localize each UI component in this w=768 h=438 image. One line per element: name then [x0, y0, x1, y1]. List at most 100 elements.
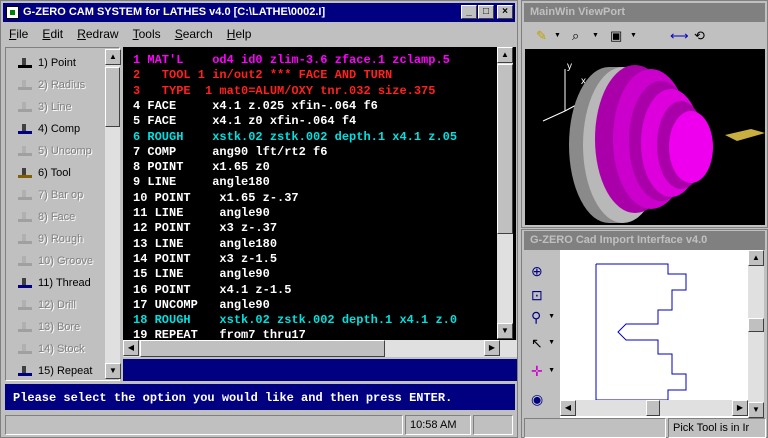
tool-button-3[interactable]: 3) Line	[12, 96, 116, 118]
code-line[interactable]: 5 FACE x4.1 z0 xfin-.064 f4	[133, 114, 356, 129]
status-time: 10:58 AM	[405, 415, 471, 435]
pencil-icon[interactable]: ✎	[536, 26, 547, 46]
main-title-bar[interactable]: G-ZERO CAM SYSTEM for LATHES v4.0 [C:\LA…	[3, 3, 515, 22]
input-bar[interactable]	[123, 359, 517, 381]
cad-horizontal-scrollbar[interactable]: ◀ ▶	[560, 400, 748, 416]
tool-button-12[interactable]: 12) Drill	[12, 294, 116, 316]
pan-arrows-icon[interactable]: ⟷	[670, 26, 689, 46]
code-line[interactable]: 9 LINE angle180	[133, 175, 270, 190]
app-icon[interactable]	[6, 6, 19, 19]
code-line[interactable]: 11 LINE angle90	[133, 206, 270, 221]
code-scroll-thumb[interactable]	[497, 64, 513, 234]
groove-icon	[16, 254, 34, 268]
menu-file[interactable]: File	[3, 24, 33, 41]
toolbox-scroll-up-button[interactable]: ▲	[105, 49, 121, 65]
tool-button-5[interactable]: 5) Uncomp	[12, 140, 116, 162]
program-listing[interactable]: 1 MAT'L od4 id0 zlim-3.6 zface.1 zclamp.…	[123, 47, 516, 357]
code-line[interactable]: 7 COMP ang90 lft/rt2 f6	[133, 145, 327, 160]
viewport-title: MainWin ViewPort	[530, 6, 626, 18]
menu-search[interactable]: Search	[169, 24, 218, 41]
cad-title-bar[interactable]: G-ZERO Cad Import Interface v4.0	[524, 231, 765, 250]
code-line[interactable]: 18 ROUGH xstk.02 zstk.002 depth.1 x4.1 z…	[133, 313, 457, 328]
code-horizontal-scrollbar[interactable]: ◀ ▶	[123, 340, 517, 357]
camera-dropdown-icon[interactable]: ▼	[630, 26, 637, 46]
line-icon	[16, 100, 34, 114]
menu-edit[interactable]: Edit	[36, 24, 68, 41]
viewport-window: MainWin ViewPort ✎ ▼ ⌕ ▼ ▣ ▼ ⟷ ⟲ y x	[521, 0, 768, 228]
tool-button-13[interactable]: 13) Bore	[12, 316, 116, 338]
code-line[interactable]: 1 MAT'L od4 id0 zlim-3.6 zface.1 zclamp.…	[133, 53, 450, 68]
tool-button-1[interactable]: 1) Point	[12, 52, 116, 74]
tool-button-9[interactable]: 9) Rough	[12, 228, 116, 250]
code-line[interactable]: 14 POINT x3 z-1.5	[133, 252, 277, 267]
tool-button-6[interactable]: 6) Tool	[12, 162, 116, 184]
tool-label: 13) Bore	[38, 321, 81, 333]
code-scroll-right-button[interactable]: ▶	[484, 340, 500, 356]
code-line[interactable]: 16 POINT x4.1 z-1.5	[133, 283, 291, 298]
cad-hscroll-thumb[interactable]	[646, 400, 660, 416]
binoculars-dropdown-icon[interactable]: ▼	[592, 26, 599, 46]
code-scroll-up-button[interactable]: ▲	[497, 47, 513, 63]
prompt-bar: Please select the option you would like …	[5, 384, 515, 410]
menu-help[interactable]: Help	[221, 24, 257, 41]
main-window-title: G-ZERO CAM SYSTEM for LATHES v4.0 [C:\LA…	[23, 6, 326, 18]
minimize-button[interactable]: _	[461, 5, 477, 19]
stock-icon	[16, 342, 34, 356]
maximize-button[interactable]: □	[478, 5, 494, 19]
cad-canvas[interactable]	[560, 250, 748, 418]
code-line[interactable]: 12 POINT x3 z-.37	[133, 221, 277, 236]
tool-button-2[interactable]: 2) Radius	[12, 74, 116, 96]
cad-vertical-scrollbar[interactable]: ▲ ▼	[748, 250, 764, 418]
zoom-window-icon[interactable]: ⊡	[526, 284, 556, 306]
bar-op-icon	[16, 188, 34, 202]
cutting-tool	[725, 129, 765, 141]
tool-button-10[interactable]: 10) Groove	[12, 250, 116, 272]
crosshair-icon[interactable]: ✛ ▼	[526, 360, 556, 382]
binoculars-icon[interactable]: ⌕	[572, 26, 579, 46]
pencil-dropdown-icon[interactable]: ▼	[554, 26, 561, 46]
code-line[interactable]: 8 POINT x1.65 z0	[133, 160, 270, 175]
tool-button-8[interactable]: 8) Face	[12, 206, 116, 228]
tool-label: 10) Groove	[38, 255, 94, 267]
cad-scroll-left-button[interactable]: ◀	[560, 400, 576, 416]
camera-icon[interactable]: ▣	[610, 26, 622, 46]
cad-vscroll-thumb[interactable]	[748, 318, 764, 332]
toolbox-scroll-down-button[interactable]: ▼	[105, 363, 121, 379]
zoom-icon[interactable]: ⊕	[526, 260, 556, 282]
tool-button-7[interactable]: 7) Bar op	[12, 184, 116, 206]
comp-icon	[16, 122, 34, 136]
toolbox-scrollbar[interactable]: ▲ ▼	[105, 49, 121, 379]
main-window: G-ZERO CAM SYSTEM for LATHES v4.0 [C:\LA…	[0, 0, 518, 438]
tool-label: 8) Face	[38, 211, 76, 223]
code-line[interactable]: 3 TYPE 1 mat0=ALUM/OXY tnr.032 size.375	[133, 84, 435, 99]
code-hscroll-thumb[interactable]	[140, 340, 385, 357]
toolbox-scroll-thumb[interactable]	[105, 67, 120, 127]
viewport-title-bar[interactable]: MainWin ViewPort	[524, 3, 765, 22]
tool-button-15[interactable]: 15) Repeat	[12, 360, 116, 382]
code-line[interactable]: 13 LINE angle180	[133, 237, 277, 252]
code-scroll-down-button[interactable]: ▼	[497, 323, 513, 339]
close-button[interactable]: ×	[497, 5, 513, 19]
rotate-icon[interactable]: ⟲	[694, 26, 705, 46]
code-vertical-scrollbar[interactable]: ▲ ▼	[497, 47, 513, 339]
code-line[interactable]: 6 ROUGH xstk.02 zstk.002 depth.1 x4.1 z.…	[133, 130, 457, 145]
cad-scroll-right-button[interactable]: ▶	[732, 400, 748, 416]
code-line[interactable]: 17 UNCOMP angle90	[133, 298, 270, 313]
select-arrow-icon[interactable]: ↖ ▼	[526, 332, 556, 354]
viewport-canvas[interactable]: y x	[525, 49, 765, 225]
code-line[interactable]: 4 FACE x4.1 z.025 xfin-.064 f6	[133, 99, 378, 114]
cad-scroll-up-button[interactable]: ▲	[748, 250, 764, 266]
code-line[interactable]: 10 POINT x1.65 z-.37	[133, 191, 299, 206]
menu-redraw[interactable]: Redraw	[71, 24, 123, 41]
tool-button-14[interactable]: 14) Stock	[12, 338, 116, 360]
code-line[interactable]: 2 TOOL 1 in/out2 *** FACE AND TURN	[133, 68, 392, 83]
axis-y-label: y	[567, 61, 572, 72]
code-line[interactable]: 15 LINE angle90	[133, 267, 270, 282]
menu-tools[interactable]: Tools	[127, 24, 166, 41]
cad-scroll-down-button[interactable]: ▼	[748, 402, 764, 418]
tool-button-4[interactable]: 4) Comp	[12, 118, 116, 140]
view-eye-icon[interactable]: ◉	[526, 388, 556, 410]
code-scroll-left-button[interactable]: ◀	[123, 340, 139, 356]
tool-button-11[interactable]: 11) Thread	[12, 272, 116, 294]
zoom-dropdown-icon[interactable]: ⚲ ▼	[526, 306, 556, 328]
